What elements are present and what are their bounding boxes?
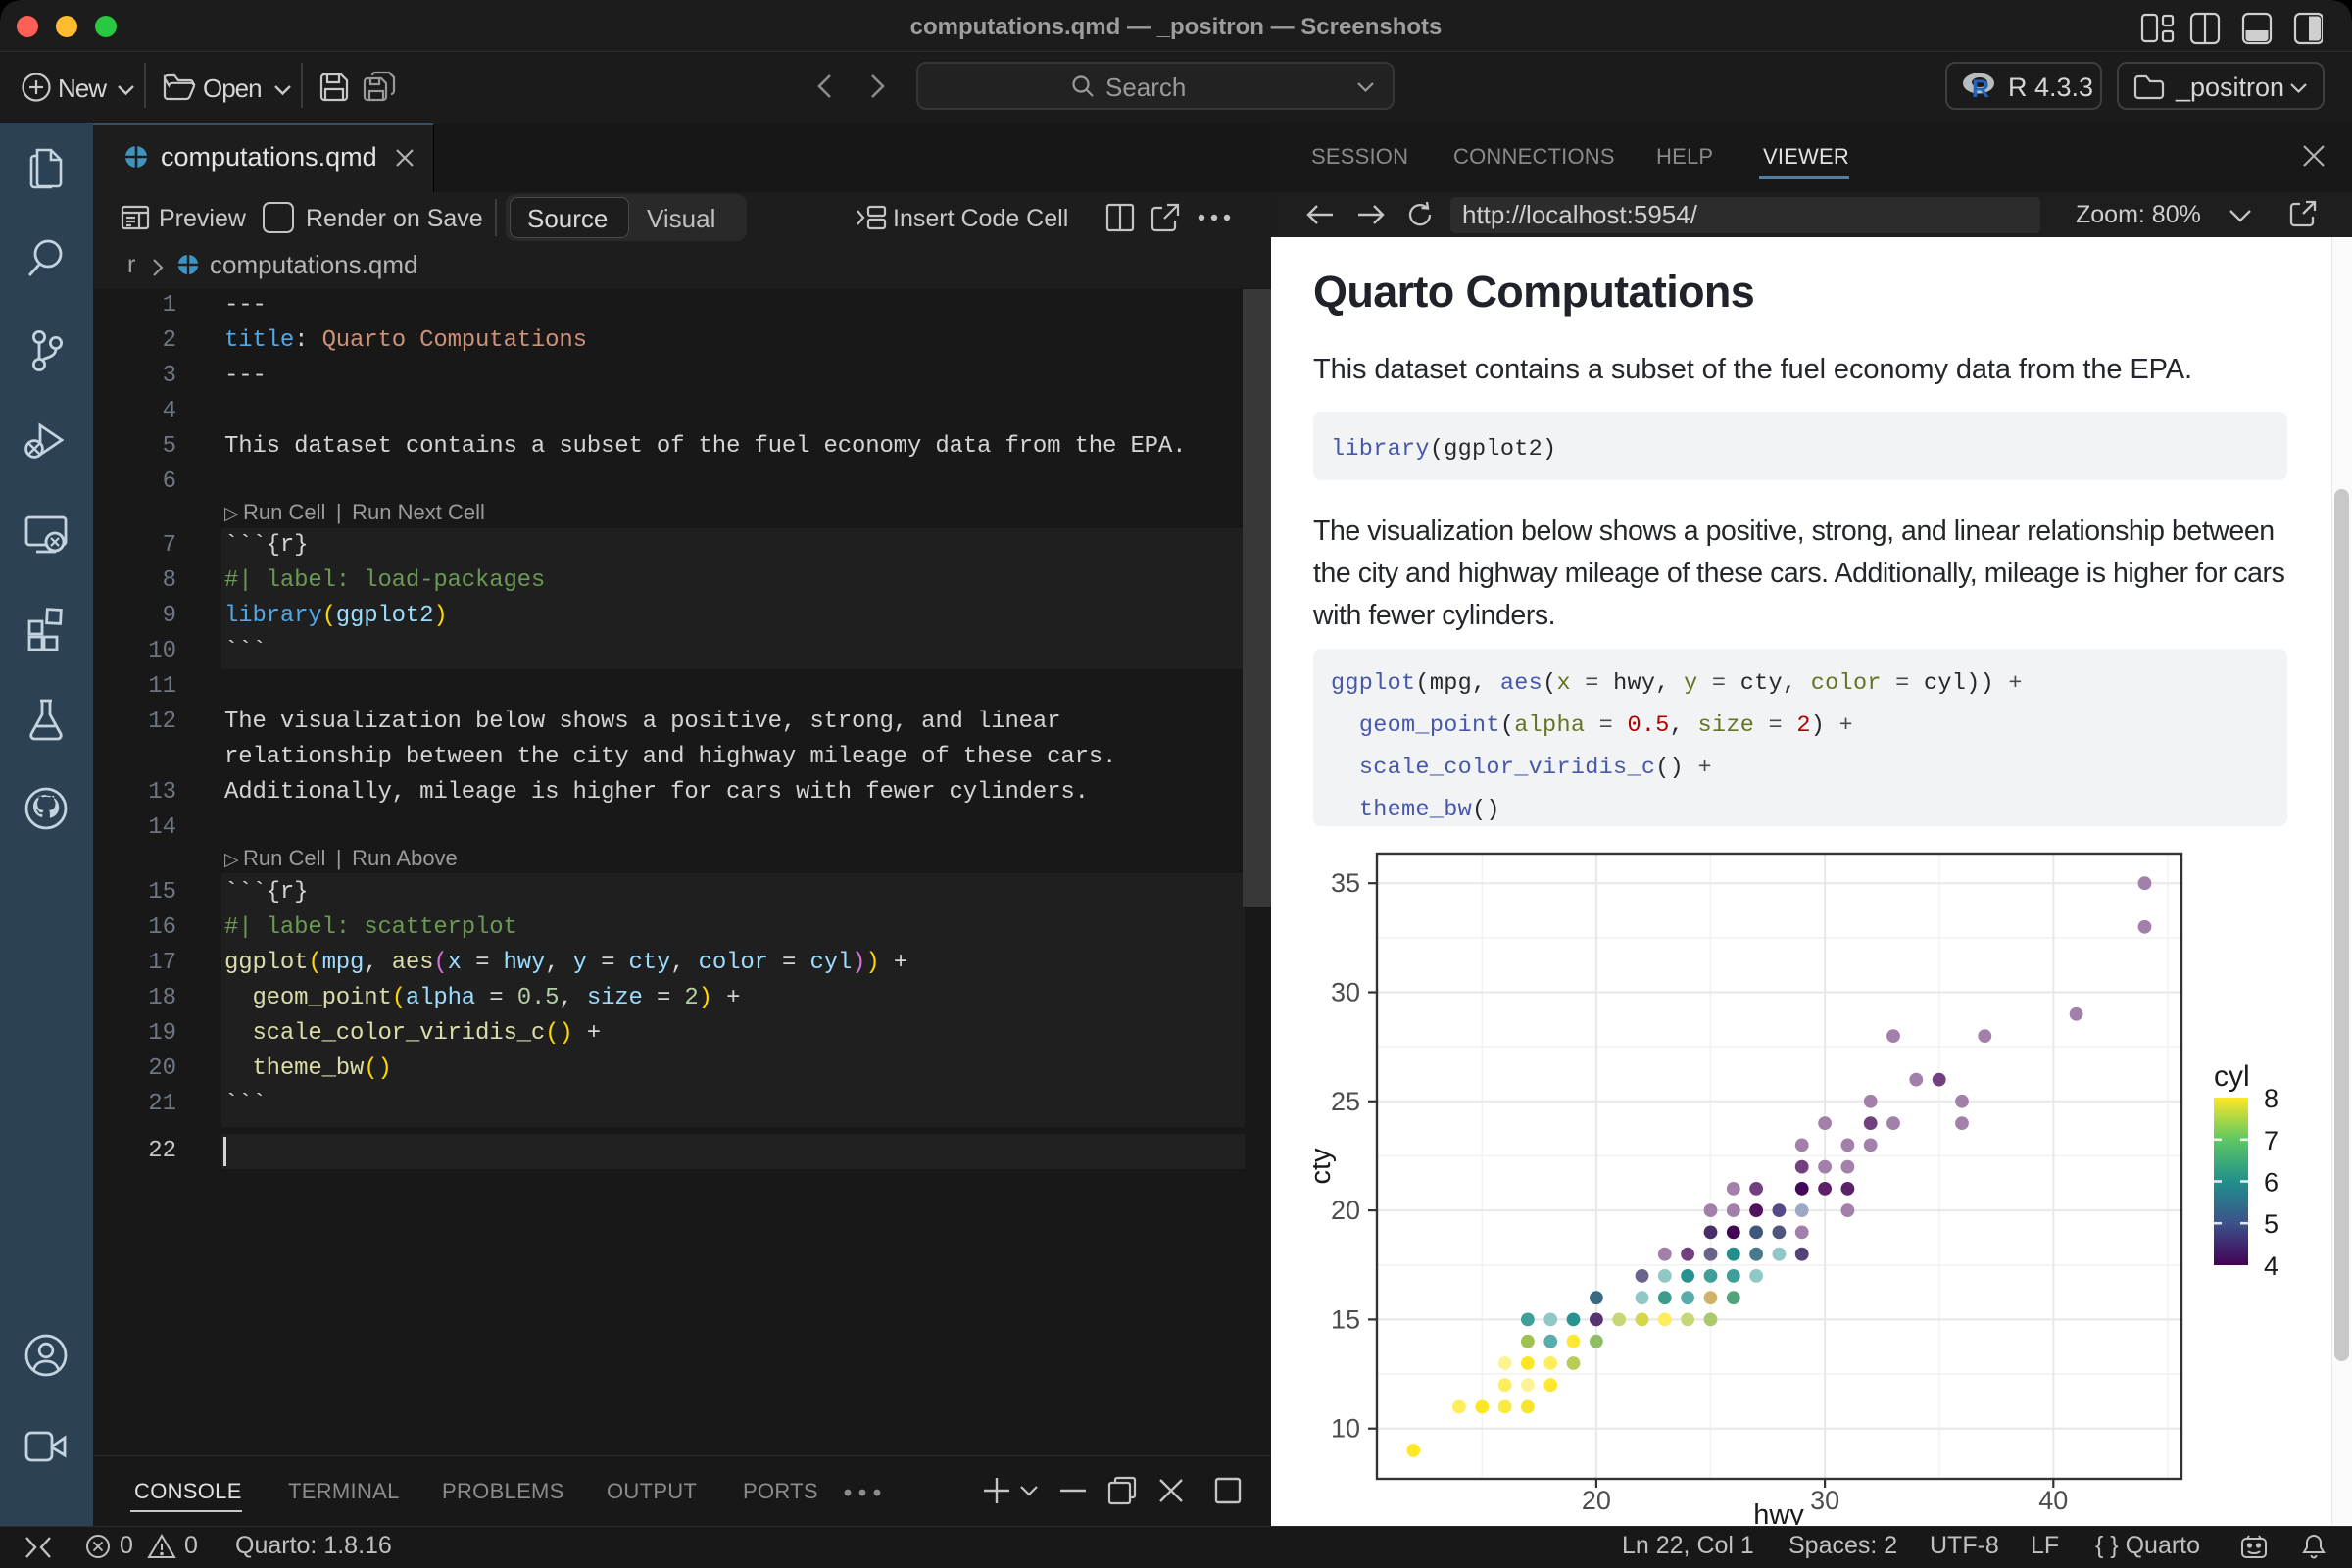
svg-text:cyl: cyl (2214, 1060, 2250, 1093)
svg-text:35: 35 (1331, 868, 1360, 898)
svg-text:25: 25 (1331, 1087, 1360, 1116)
svg-text:7: 7 (2264, 1126, 2278, 1155)
svg-text:4: 4 (2264, 1251, 2278, 1281)
svg-text:10: 10 (1331, 1414, 1360, 1444)
svg-text:30: 30 (1331, 978, 1360, 1007)
svg-text:6: 6 (2264, 1168, 2278, 1198)
svg-text:hwy: hwy (1753, 1499, 1804, 1525)
svg-text:20: 20 (1582, 1486, 1611, 1515)
svg-text:cty: cty (1313, 1148, 1337, 1185)
svg-text:20: 20 (1331, 1196, 1360, 1225)
svg-text:8: 8 (2264, 1084, 2278, 1113)
svg-text:40: 40 (2038, 1486, 2068, 1515)
svg-text:R: R (1972, 75, 1989, 101)
svg-text:5: 5 (2264, 1209, 2278, 1239)
svg-text:30: 30 (1810, 1486, 1839, 1515)
svg-text:15: 15 (1331, 1304, 1360, 1334)
